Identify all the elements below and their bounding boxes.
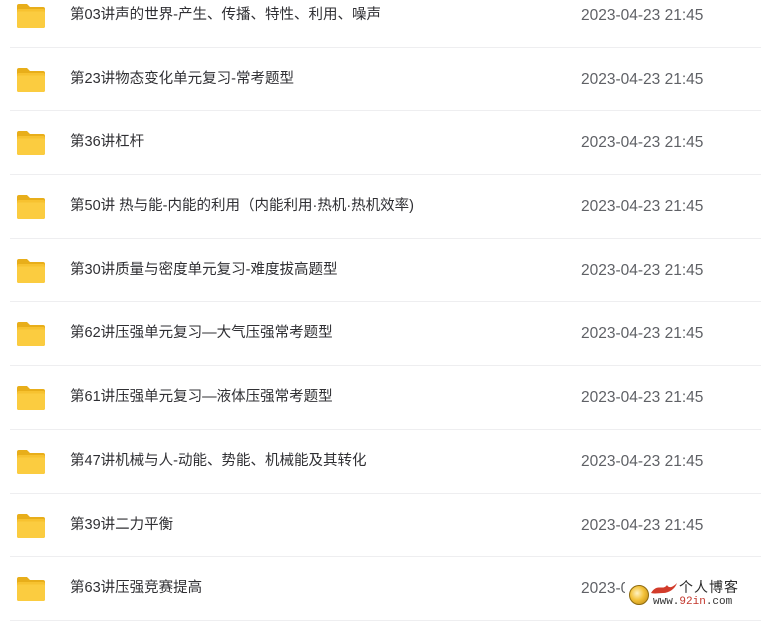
- file-name[interactable]: 第03讲声的世界-产生、传播、特性、利用、噪声: [70, 0, 381, 48]
- file-date: 2023-04-23 21:45: [581, 516, 704, 534]
- flame-icon: [651, 583, 677, 594]
- file-row[interactable]: 第03讲声的世界-产生、传播、特性、利用、噪声 2023-04-23 21:45: [0, 0, 761, 48]
- file-date: 2023-04-23 21:45: [581, 261, 704, 279]
- file-date: 2023-0: [581, 580, 630, 598]
- watermark-url-accent: 92in: [679, 596, 706, 608]
- file-name[interactable]: 第50讲 热与能-内能的利用（内能利用·热机·热机效率): [70, 175, 414, 239]
- site-watermark: 个人博客 www.92in.com: [625, 580, 761, 610]
- file-date: 2023-04-23 21:45: [581, 452, 704, 470]
- file-name[interactable]: 第36讲杠杆: [70, 111, 144, 175]
- watermark-url-prefix: www.: [653, 596, 680, 608]
- file-date: 2023-04-23 21:45: [581, 7, 704, 24]
- file-row[interactable]: 第61讲压强单元复习—液体压强常考题型 2023-04-23 21:45: [0, 366, 761, 430]
- file-row[interactable]: 第62讲压强单元复习—大气压强常考题型 2023-04-23 21:45: [0, 302, 761, 366]
- file-row[interactable]: 第50讲 热与能-内能的利用（内能利用·热机·热机效率) 2023-04-23 2…: [0, 175, 761, 239]
- file-name[interactable]: 第39讲二力平衡: [70, 494, 173, 558]
- file-date: 2023-04-23 21:45: [581, 134, 704, 152]
- file-date: 2023-04-23 21:45: [581, 325, 704, 343]
- file-date: 2023-04-23 21:45: [581, 198, 704, 216]
- watermark-url-suffix: .com: [705, 596, 733, 608]
- file-row[interactable]: 第47讲机械与人-动能、势能、机械能及其转化 2023-04-23 21:45: [0, 430, 761, 494]
- file-name[interactable]: 第47讲机械与人-动能、势能、机械能及其转化: [70, 430, 366, 494]
- file-name[interactable]: 第61讲压强单元复习—液体压强常考题型: [70, 366, 333, 430]
- file-row[interactable]: 第23讲物态变化单元复习-常考题型 2023-04-23 21:45: [0, 48, 761, 112]
- badge-icon: [629, 585, 649, 605]
- file-date: 2023-04-23 21:45: [581, 70, 704, 88]
- file-date: 2023-04-23 21:45: [581, 389, 704, 407]
- file-name[interactable]: 第63讲压强竞赛提高: [70, 557, 202, 621]
- watermark-url: www.92in.com: [653, 596, 732, 609]
- file-name[interactable]: 第62讲压强单元复习—大气压强常考题型: [70, 302, 333, 366]
- file-row[interactable]: 第36讲杠杆 2023-04-23 21:45: [0, 111, 761, 175]
- file-name[interactable]: 第23讲物态变化单元复习-常考题型: [70, 48, 294, 112]
- file-name[interactable]: 第30讲质量与密度单元复习-难度拔高题型: [70, 239, 337, 303]
- file-list: 第03讲声的世界-产生、传播、特性、利用、噪声 2023-04-23 21:45 第…: [0, 0, 761, 621]
- file-row[interactable]: 第39讲二力平衡 2023-04-23 21:45: [0, 494, 761, 558]
- file-row[interactable]: 第30讲质量与密度单元复习-难度拔高题型 2023-04-23 21:45: [0, 239, 761, 303]
- watermark-title: 个人博客: [679, 580, 739, 596]
